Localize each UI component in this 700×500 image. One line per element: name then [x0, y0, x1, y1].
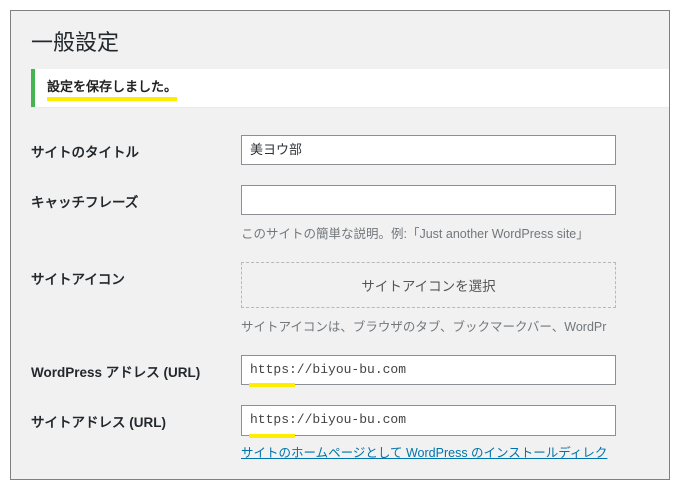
- settings-saved-notice: 設定を保存しました。: [31, 69, 669, 107]
- row-tagline: キャッチフレーズ このサイトの簡単な説明。例:「Just another Wor…: [31, 185, 669, 242]
- input-site-title[interactable]: [241, 135, 616, 165]
- label-tagline: キャッチフレーズ: [31, 185, 241, 211]
- site-icon-description: サイトアイコンは、ブラウザのタブ、ブックマークバー、WordPr: [241, 316, 669, 335]
- notice-text: 設定を保存しました。: [47, 79, 177, 101]
- row-site-icon: サイトアイコン サイトアイコンを選択 サイトアイコンは、ブラウザのタブ、ブックマ…: [31, 262, 669, 335]
- wp-url-highlight: [241, 355, 616, 385]
- general-settings-panel: 一般設定 設定を保存しました。 サイトのタイトル キャッチフレーズ このサイトの…: [10, 10, 670, 480]
- row-site-title: サイトのタイトル: [31, 135, 669, 165]
- label-site-title: サイトのタイトル: [31, 135, 241, 161]
- label-wordpress-url: WordPress アドレス (URL): [31, 355, 241, 381]
- row-site-url: サイトアドレス (URL) サイトのホームページとして WordPress のイ…: [31, 405, 669, 460]
- label-site-icon: サイトアイコン: [31, 262, 241, 288]
- row-wordpress-url: WordPress アドレス (URL): [31, 355, 669, 385]
- input-tagline[interactable]: [241, 185, 616, 215]
- tagline-description: このサイトの簡単な説明。例:「Just another WordPress si…: [241, 223, 669, 242]
- site-url-highlight: [241, 405, 616, 435]
- input-site-url[interactable]: [241, 405, 616, 435]
- site-url-help-link[interactable]: サイトのホームページとして WordPress のインストールディレク: [241, 446, 607, 460]
- select-site-icon-button[interactable]: サイトアイコンを選択: [241, 262, 616, 308]
- page-title: 一般設定: [31, 25, 669, 57]
- label-site-url: サイトアドレス (URL): [31, 405, 241, 431]
- input-wordpress-url[interactable]: [241, 355, 616, 385]
